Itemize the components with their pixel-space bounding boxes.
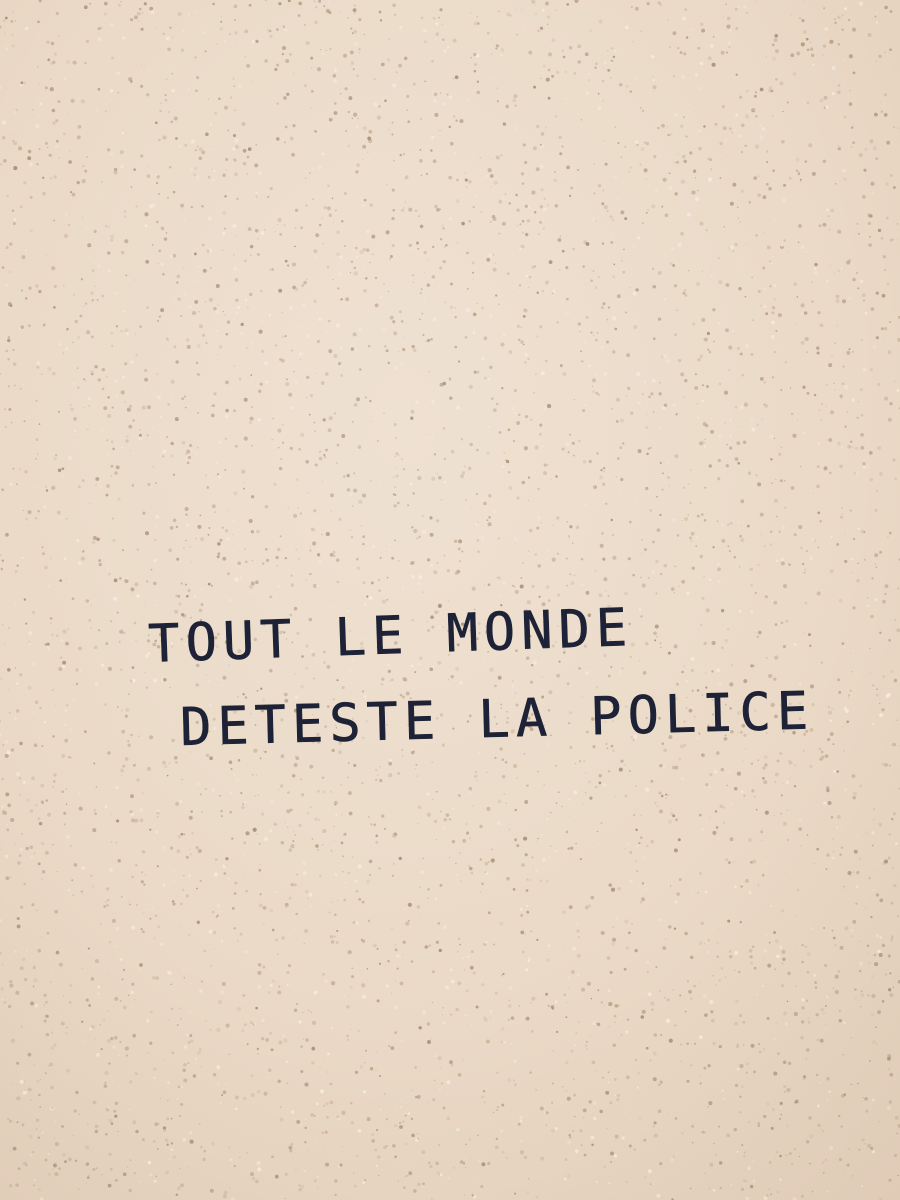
graffiti-line-2: DETESTE LA POLICE	[179, 681, 815, 758]
plaster-wall: TOUT LE MONDE DETESTE LA POLICE	[0, 0, 900, 1200]
graffiti-line-1: TOUT LE MONDE	[147, 598, 634, 675]
graffiti-text: TOUT LE MONDE DETESTE LA POLICE	[147, 598, 815, 759]
